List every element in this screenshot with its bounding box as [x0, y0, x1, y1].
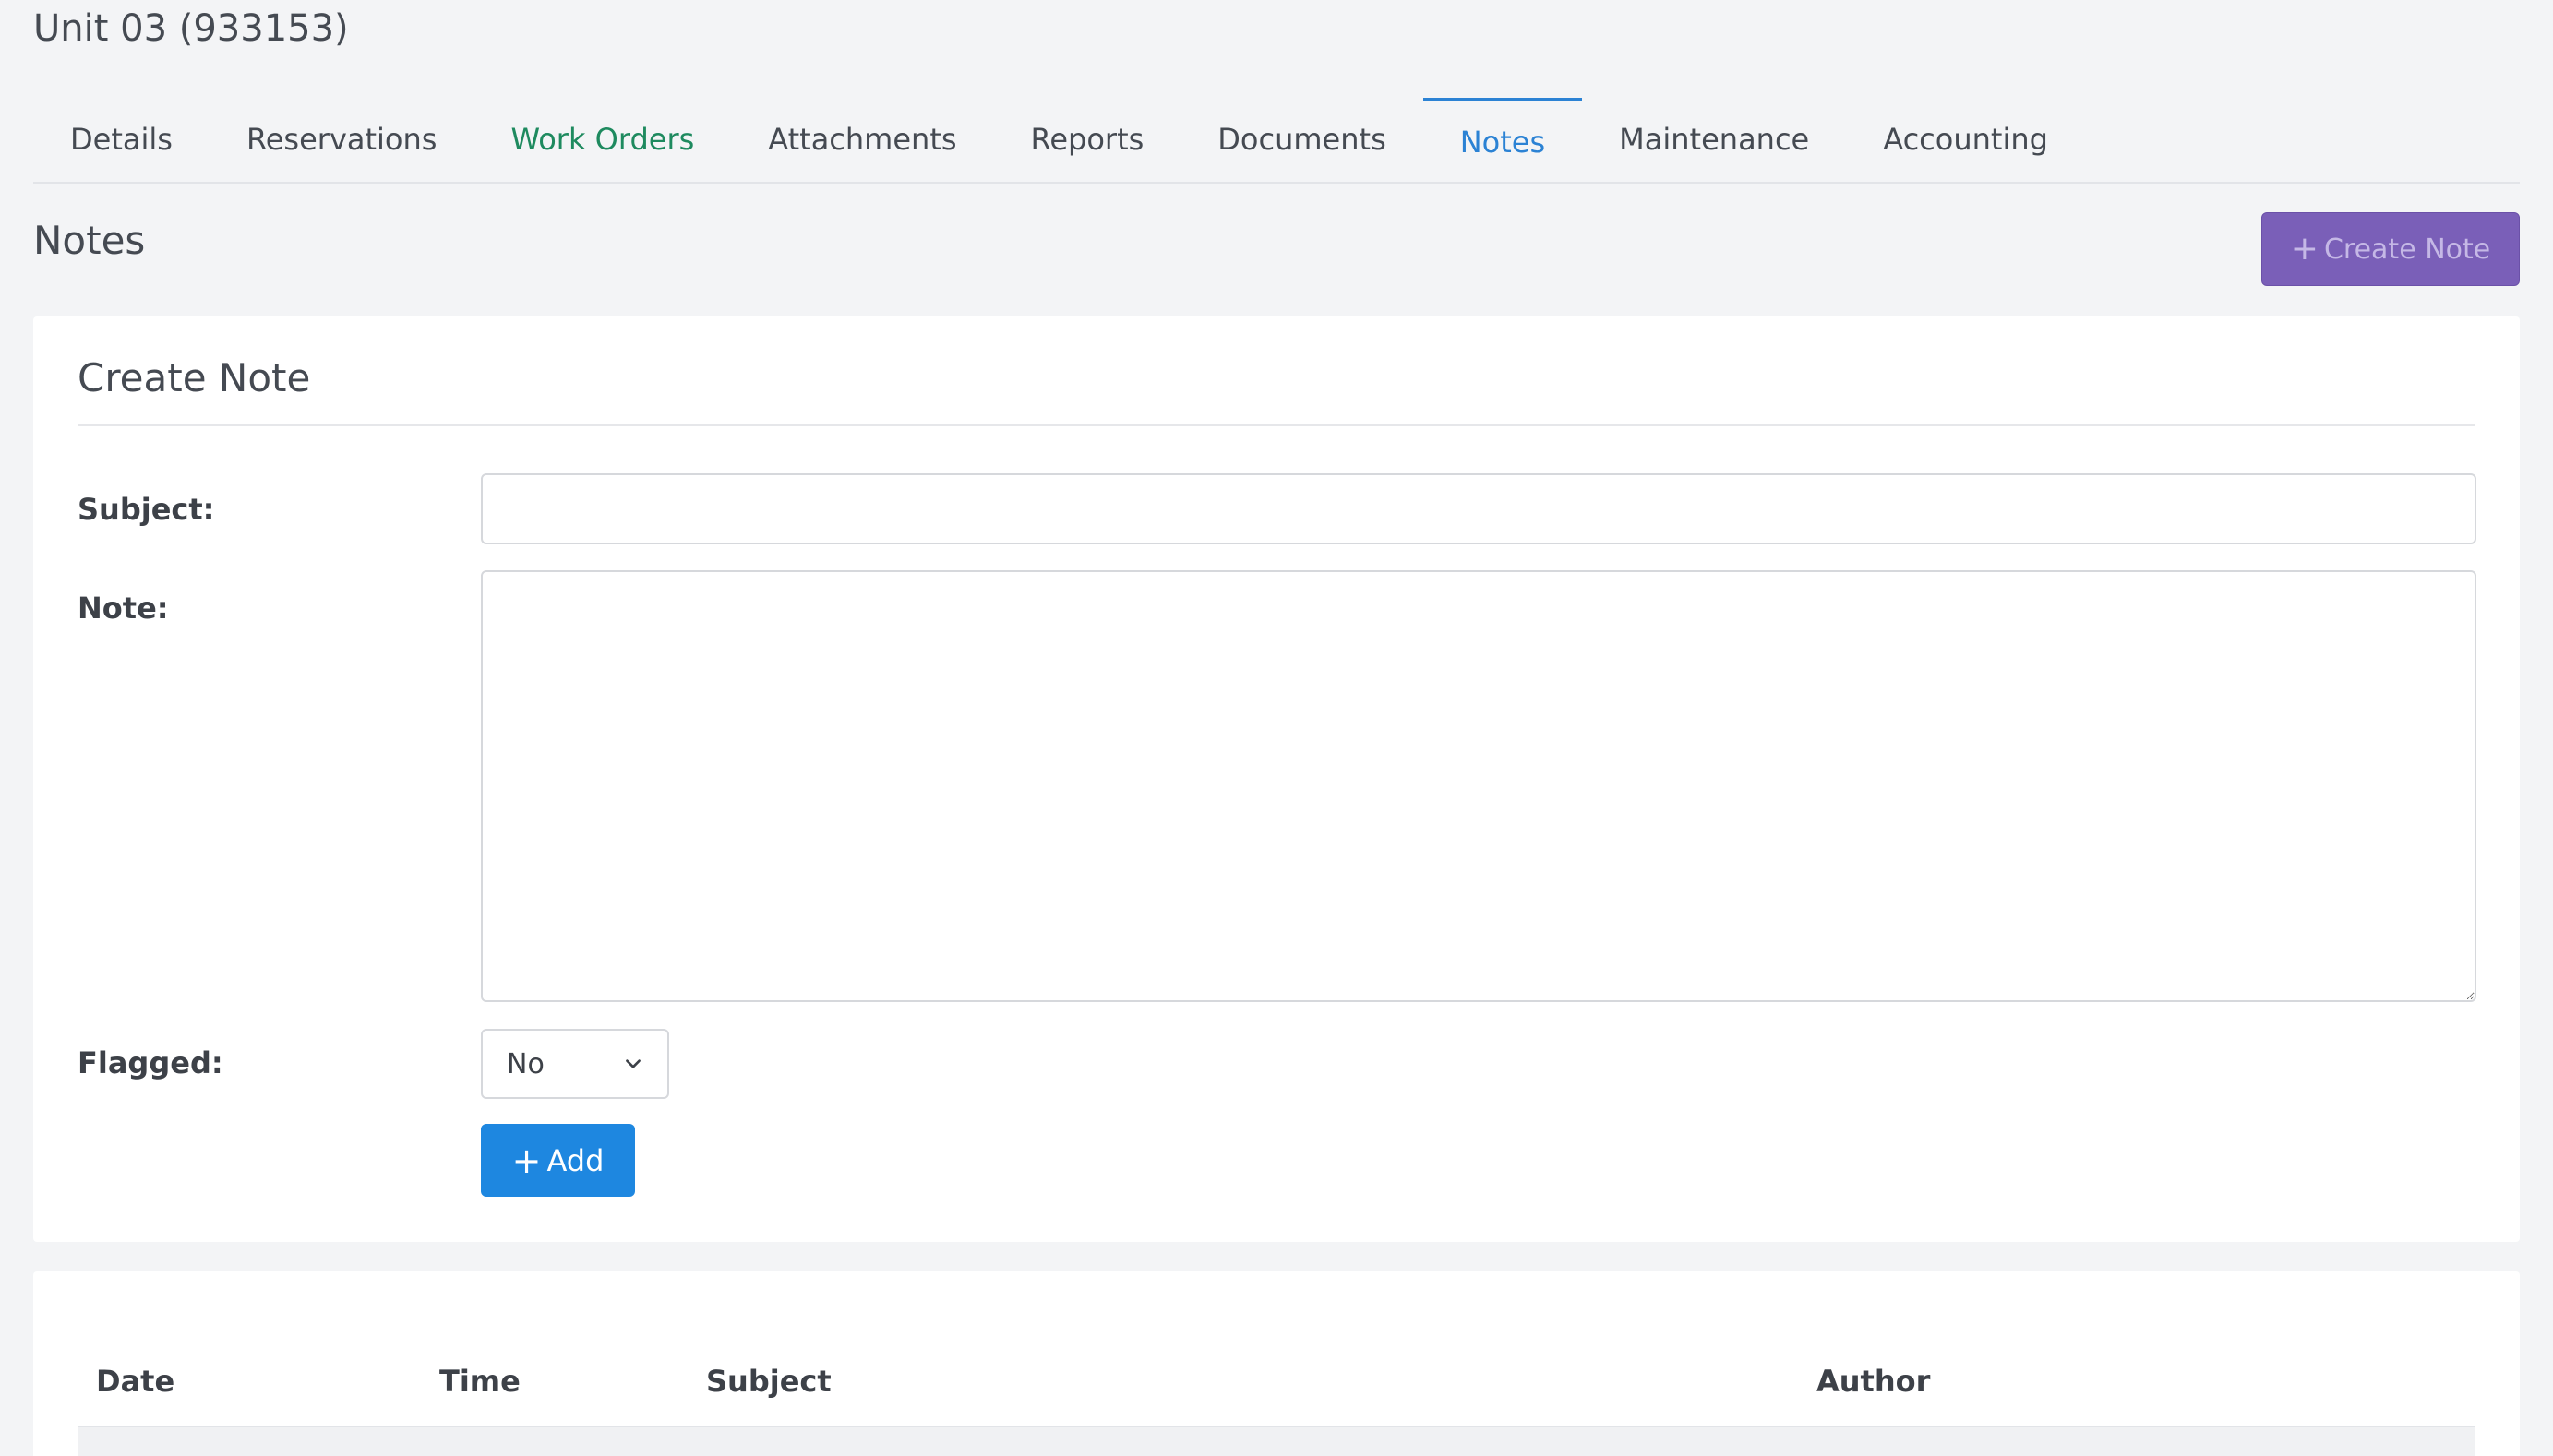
flagged-select-value: No [507, 1047, 545, 1080]
flagged-label: Flagged: [78, 1045, 223, 1080]
add-button-label: Add [546, 1142, 605, 1178]
page: Unit 03 (933153) Details Reservations Wo… [0, 0, 2553, 1456]
note-textarea[interactable] [481, 570, 2476, 1002]
column-header-time[interactable]: Time [439, 1364, 521, 1399]
tab-attachments[interactable]: Attachments [731, 96, 993, 182]
column-header-author[interactable]: Author [1816, 1364, 1930, 1399]
column-header-date[interactable]: Date [96, 1364, 174, 1399]
subject-label: Subject: [78, 492, 215, 527]
plus-icon: + [2290, 230, 2319, 268]
add-button[interactable]: + Add [481, 1124, 635, 1197]
table-row[interactable] [78, 1427, 2475, 1456]
tab-bar: Details Reservations Work Orders Attachm… [33, 96, 2520, 184]
tab-details[interactable]: Details [33, 96, 210, 182]
form-heading: Create Note [78, 355, 311, 400]
tab-notes[interactable]: Notes [1422, 96, 1583, 182]
notes-table: Date Time Subject Author [33, 1271, 2520, 1456]
chevron-down-icon [626, 1059, 641, 1068]
tab-maintenance[interactable]: Maintenance [1582, 96, 1846, 182]
plus-icon: + [511, 1140, 542, 1181]
create-note-form: Create Note Subject: Note: Flagged: No +… [33, 316, 2520, 1242]
tab-accounting[interactable]: Accounting [1846, 96, 2085, 182]
create-note-button[interactable]: + Create Note [2261, 212, 2520, 286]
section-title: Notes [33, 218, 146, 263]
column-header-subject[interactable]: Subject [706, 1364, 832, 1399]
tab-reservations[interactable]: Reservations [210, 96, 474, 182]
form-divider [78, 424, 2475, 426]
tab-reports[interactable]: Reports [994, 96, 1181, 182]
subject-input[interactable] [481, 473, 2476, 544]
note-label: Note: [78, 591, 169, 626]
create-note-button-label: Create Note [2323, 233, 2491, 266]
unit-title: Unit 03 (933153) [33, 7, 349, 50]
tab-work-orders[interactable]: Work Orders [473, 96, 731, 182]
flagged-select[interactable]: No [481, 1029, 669, 1099]
tab-documents[interactable]: Documents [1181, 96, 1422, 182]
